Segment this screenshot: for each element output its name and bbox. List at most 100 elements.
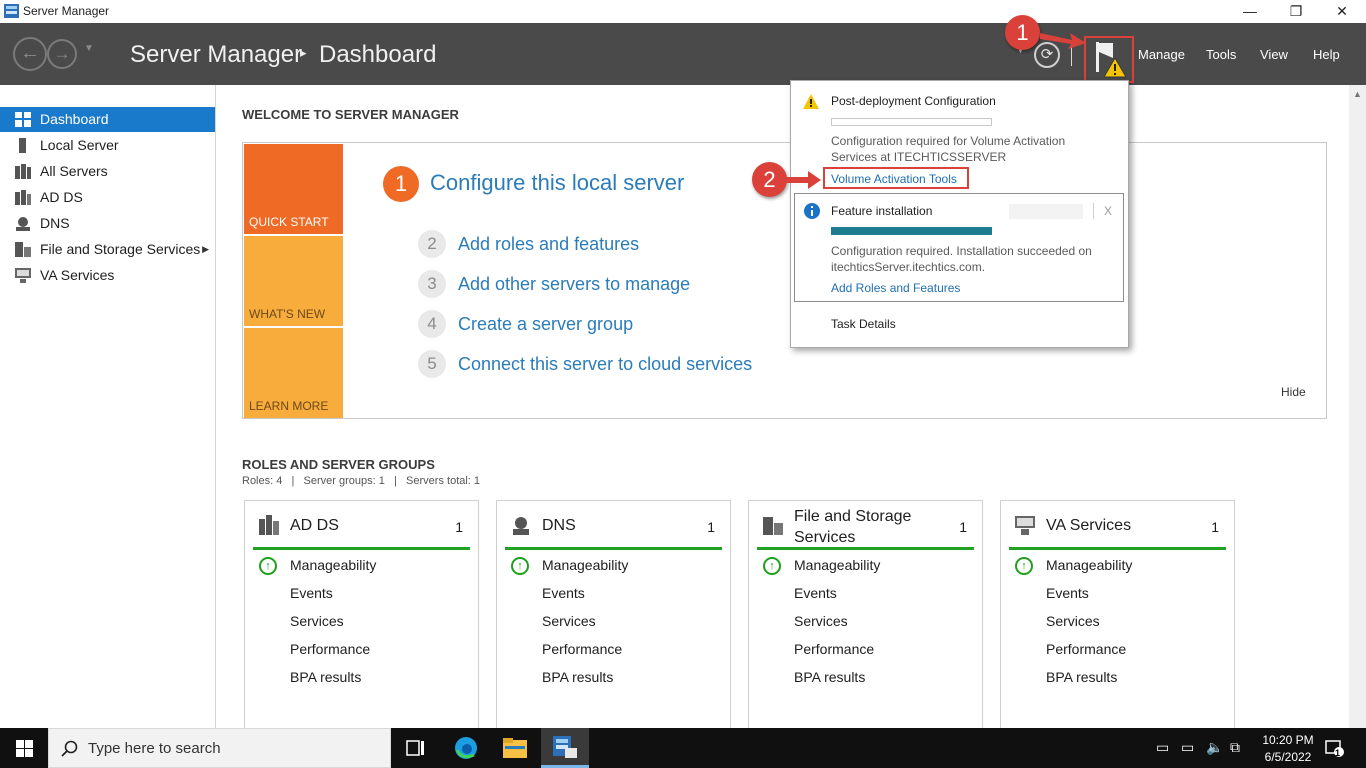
menu-view[interactable]: View: [1260, 47, 1288, 62]
tile-row-performance[interactable]: Performance: [290, 641, 370, 657]
role-tile-ad-ds[interactable]: AD DS 1 ↑ Manageability Events Services …: [244, 500, 479, 740]
sidebar-item-dns[interactable]: DNS: [0, 211, 215, 236]
step-number: 5: [418, 350, 446, 378]
tile-title: File and Storage Services: [794, 508, 912, 546]
close-icon[interactable]: X: [1104, 204, 1112, 218]
ok-status-icon: ↑: [511, 557, 529, 575]
post-deploy-progress: [831, 118, 992, 126]
scroll-up-icon[interactable]: ▲: [1353, 89, 1362, 99]
tile-row-bpa[interactable]: BPA results: [290, 669, 361, 685]
annotation-arrow-icon: [786, 171, 821, 189]
display-icon[interactable]: ▭: [1181, 739, 1194, 756]
tile-row-services[interactable]: Services: [542, 613, 596, 629]
back-arrow-icon[interactable]: ←: [13, 37, 47, 71]
tile-row-events[interactable]: Events: [542, 585, 585, 601]
tile-row-events[interactable]: Events: [1046, 585, 1089, 601]
menu-tools[interactable]: Tools: [1206, 47, 1236, 62]
tile-row-services[interactable]: Services: [290, 613, 344, 629]
minimize-button[interactable]: —: [1227, 0, 1273, 23]
volume-activation-tools-link[interactable]: Volume Activation Tools: [831, 172, 957, 186]
restore-button[interactable]: ❐: [1273, 0, 1319, 23]
sidebar-item-dashboard[interactable]: Dashboard: [0, 107, 215, 132]
volume-muted-icon[interactable]: 🔈: [1206, 739, 1223, 756]
sidebar-item-ad-ds[interactable]: AD DS: [0, 185, 215, 210]
taskbar-item-server-manager[interactable]: [541, 728, 589, 768]
sidebar-item-label: DNS: [40, 215, 70, 231]
step-number: 2: [418, 230, 446, 258]
va-services-icon: [1015, 516, 1035, 535]
notification-count-badge: 1: [1335, 748, 1341, 758]
notification-center-icon[interactable]: [1324, 738, 1344, 758]
tile-row-services[interactable]: Services: [794, 613, 848, 629]
quick-start-tab[interactable]: QUICK START: [244, 144, 343, 234]
sidebar-item-label: File and Storage Services: [40, 241, 201, 257]
clock-time[interactable]: 10:20 PM: [1262, 733, 1314, 747]
add-roles-features-link[interactable]: Add Roles and Features: [831, 281, 960, 295]
history-dropdown-icon[interactable]: ▼: [84, 43, 94, 54]
whats-new-tab[interactable]: WHAT'S NEW: [244, 236, 343, 326]
add-roles-features-link[interactable]: Add roles and features: [458, 234, 639, 255]
sidebar-item-file-storage[interactable]: File and Storage Services ▶: [0, 237, 215, 262]
sidebar-item-label: VA Services: [40, 267, 115, 283]
status-bar: [253, 547, 470, 550]
vertical-scrollbar[interactable]: ▲: [1349, 85, 1366, 728]
tile-row-manageability[interactable]: Manageability: [794, 557, 880, 573]
task-view-icon[interactable]: [406, 738, 426, 758]
create-server-group-link[interactable]: Create a server group: [458, 314, 633, 335]
tile-row-manageability[interactable]: Manageability: [1046, 557, 1132, 573]
clock-date[interactable]: 6/5/2022: [1262, 750, 1314, 764]
tile-row-performance[interactable]: Performance: [794, 641, 874, 657]
menu-manage[interactable]: Manage: [1138, 47, 1185, 62]
tile-row-manageability[interactable]: Manageability: [542, 557, 628, 573]
window-title: Server Manager: [23, 4, 110, 18]
tile-row-performance[interactable]: Performance: [1046, 641, 1126, 657]
ok-status-icon: ↑: [259, 557, 277, 575]
tile-row-bpa[interactable]: BPA results: [794, 669, 865, 685]
tile-row-bpa[interactable]: BPA results: [542, 669, 613, 685]
sidebar-item-label: AD DS: [40, 189, 83, 205]
task-details-link[interactable]: Task Details: [831, 317, 896, 331]
server-manager-app-icon: [4, 4, 19, 18]
action-center-icon[interactable]: ⧉: [1230, 739, 1240, 756]
feature-install-progress: [831, 227, 992, 235]
search-placeholder: Type here to search: [88, 740, 221, 757]
chevron-right-icon[interactable]: ▶: [202, 237, 209, 262]
file-explorer-icon[interactable]: [503, 738, 527, 758]
server-manager-app-icon: [553, 736, 577, 758]
edge-browser-icon[interactable]: [454, 736, 478, 760]
role-tile-dns[interactable]: DNS 1 ↑ Manageability Events Services Pe…: [496, 500, 731, 740]
role-tile-va-services[interactable]: VA Services 1 ↑ Manageability Events Ser…: [1000, 500, 1235, 740]
notifications-flag-icon[interactable]: [1092, 40, 1128, 80]
taskbar-search-box[interactable]: Type here to search: [48, 728, 391, 768]
tile-row-services[interactable]: Services: [1046, 613, 1100, 629]
add-other-servers-link[interactable]: Add other servers to manage: [458, 274, 690, 295]
step-number: 4: [418, 310, 446, 338]
sidebar-item-local-server[interactable]: Local Server: [0, 133, 215, 158]
tile-row-performance[interactable]: Performance: [542, 641, 622, 657]
configure-local-server-link[interactable]: Configure this local server: [430, 170, 684, 196]
connect-cloud-services-link[interactable]: Connect this server to cloud services: [458, 354, 752, 375]
notifications-popup: Post-deployment Configuration Configurat…: [790, 80, 1129, 348]
network-icon[interactable]: ▭: [1156, 739, 1169, 756]
tile-title: AD DS: [290, 517, 339, 534]
close-button[interactable]: ✕: [1319, 0, 1365, 23]
divider: [1093, 203, 1094, 219]
forward-arrow-icon[interactable]: →: [47, 39, 77, 69]
tile-count: 1: [455, 519, 463, 535]
tile-row-manageability[interactable]: Manageability: [290, 557, 376, 573]
tile-row-events[interactable]: Events: [794, 585, 837, 601]
role-tile-file-storage[interactable]: File and Storage Services 1 ↑ Manageabil…: [748, 500, 983, 740]
window-title-bar: Server Manager — ❐ ✕: [0, 0, 1366, 23]
post-deploy-desc: Configuration required for Volume Activa…: [831, 134, 1066, 164]
sidebar-item-va-services[interactable]: VA Services: [0, 263, 215, 288]
tile-count: 1: [959, 519, 967, 535]
tile-row-events[interactable]: Events: [290, 585, 333, 601]
tile-row-bpa[interactable]: BPA results: [1046, 669, 1117, 685]
sidebar-item-all-servers[interactable]: All Servers: [0, 159, 215, 184]
sidebar-item-label: Dashboard: [40, 111, 109, 127]
windows-start-icon[interactable]: [16, 740, 33, 757]
learn-more-tab[interactable]: LEARN MORE: [244, 328, 343, 418]
hide-welcome-link[interactable]: Hide: [1281, 385, 1306, 399]
menu-help[interactable]: Help: [1313, 47, 1340, 62]
welcome-title: WELCOME TO SERVER MANAGER: [242, 107, 459, 122]
